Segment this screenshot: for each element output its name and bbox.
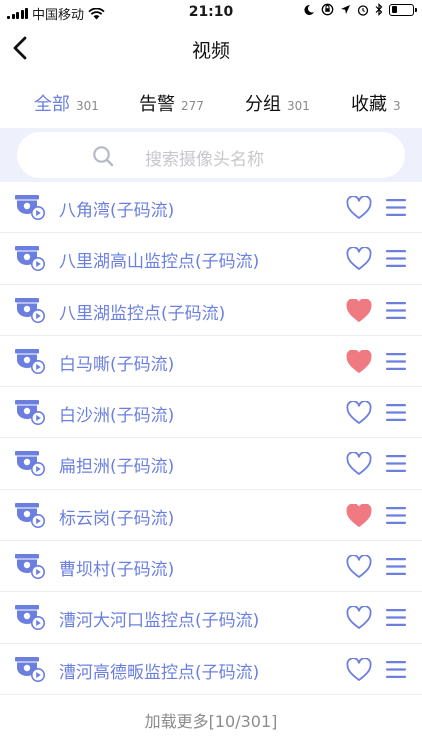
camera-icon [15,451,45,477]
camera-icon [15,297,45,323]
camera-row[interactable]: 标云岗(子码流) [0,490,422,542]
search-band: 搜索摄像头名称 [0,128,422,182]
tab-count: 301 [76,99,99,113]
search-placeholder: 搜索摄像头名称 [145,150,264,170]
camera-row[interactable]: 白沙洲(子码流) [0,387,422,439]
camera-row[interactable]: 扁担洲(子码流) [0,438,422,490]
page-title: 视频 [191,40,230,62]
camera-row[interactable]: 八里湖高山监控点(子码流) [0,233,422,285]
orientation-lock-icon [321,3,334,16]
camera-icon [15,656,45,682]
camera-name: 漕河大河口监控点(子码流) [59,611,260,632]
camera-row[interactable]: 漕河大河口监控点(子码流) [0,592,422,644]
heart-icon[interactable] [346,349,372,374]
load-more-button[interactable]: 加载更多[10/301] [0,708,422,732]
tab-group[interactable]: 分组 301 [245,90,310,116]
location-icon [341,5,350,14]
nav-bar: 视频 [0,26,422,70]
camera-name: 扁担洲(子码流) [59,457,175,478]
camera-name: 八里湖高山监控点(子码流) [59,252,260,273]
battery-icon [389,3,417,16]
camera-row[interactable]: 曹坝村(子码流) [0,541,422,593]
heart-icon[interactable] [346,657,372,682]
menu-icon[interactable] [386,198,406,217]
tab-count: 277 [181,99,204,113]
menu-icon[interactable] [386,454,406,473]
tab-bar: 全部 301 告警 277 分组 301 收藏 3 [0,82,422,135]
menu-icon[interactable] [386,249,406,268]
camera-icon [15,246,45,272]
heart-icon[interactable] [346,555,372,579]
tab-favorites[interactable]: 收藏 3 [351,90,401,116]
menu-icon[interactable] [386,506,406,525]
camera-name: 八角湾(子码流) [59,201,175,221]
camera-name: 漕河高德畈监控点(子码流) [59,662,260,683]
search-icon [93,146,114,167]
tab-all[interactable]: 全部 301 [34,90,99,135]
heart-icon[interactable] [346,452,372,476]
heart-icon[interactable] [346,606,372,630]
menu-icon[interactable] [386,608,406,627]
heart-icon[interactable] [346,401,372,425]
camera-name: 白沙洲(子码流) [59,406,175,427]
tab-count: 301 [287,99,310,113]
menu-icon[interactable] [386,301,406,320]
menu-icon[interactable] [386,660,406,679]
menu-icon[interactable] [386,403,406,422]
camera-row[interactable]: 白马嘶(子码流) [0,336,422,388]
camera-name: 白马嘶(子码流) [59,354,175,375]
tab-alarm[interactable]: 告警 277 [139,90,204,116]
camera-icon [15,605,45,631]
menu-icon[interactable] [386,557,406,576]
camera-icon [15,400,45,426]
heart-icon[interactable] [346,298,372,323]
camera-icon [15,195,45,220]
camera-icon [15,502,45,528]
tab-label: 收藏 [351,94,387,115]
search-input[interactable]: 搜索摄像头名称 [17,132,405,178]
camera-list: 八角湾(子码流) 八里湖高山监控点(子码流) 八里湖监控点(子码流) 白马嘶(子… [0,182,422,695]
moon-icon [304,4,314,15]
tab-count: 3 [393,99,401,113]
tab-label: 告警 [139,94,175,115]
camera-name: 曹坝村(子码流) [59,560,175,581]
camera-row[interactable]: 八角湾(子码流) [0,182,422,234]
status-bar: 中国移动 21:10 [0,0,422,26]
heart-icon[interactable] [346,247,372,271]
status-right [303,3,417,16]
bluetooth-icon [375,3,383,16]
heart-icon[interactable] [346,503,372,528]
camera-icon [15,348,45,374]
camera-name: 八里湖监控点(子码流) [59,303,226,324]
menu-icon[interactable] [386,352,406,371]
tab-label: 分组 [245,94,281,115]
alarm-icon [357,4,369,16]
heart-icon[interactable] [346,196,372,220]
camera-row[interactable]: 漕河高德畈监控点(子码流) [0,644,422,695]
tab-label: 全部 [34,94,70,115]
camera-row[interactable]: 八里湖监控点(子码流) [0,285,422,336]
camera-icon [15,554,45,580]
camera-name: 标云岗(子码流) [59,508,175,529]
